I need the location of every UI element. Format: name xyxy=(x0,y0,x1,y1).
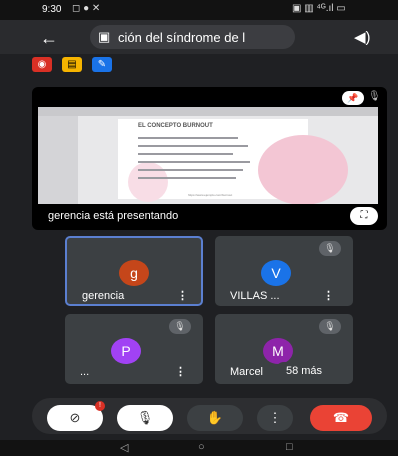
more-options-icon[interactable]: ⋮ xyxy=(257,405,293,431)
presenter-label: gerencia está presentando xyxy=(48,210,179,222)
more-options-icon[interactable]: ⋮ xyxy=(177,289,188,302)
mic-off-icon[interactable]: 🎙 xyxy=(117,405,173,431)
record-chip[interactable]: ◉ xyxy=(32,57,52,72)
pin-icon[interactable]: 📌 xyxy=(342,91,364,105)
slide-text-line xyxy=(138,145,248,147)
participant-tile[interactable]: g gerencia ⋮ xyxy=(65,236,203,306)
status-bar: 9:30 ◻ ● ✕ ▣ ▥ ⁴ᴳ.ıl ▭ xyxy=(0,0,398,20)
captions-chip[interactable]: ▤ xyxy=(62,57,82,72)
slide-title: EL CONCEPTO BURNOUT xyxy=(138,123,213,129)
participant-name: ... xyxy=(80,366,90,378)
camera-off-icon[interactable]: ⊘ xyxy=(47,405,103,431)
more-options-icon[interactable]: ⋮ xyxy=(323,289,334,302)
camera-warning-badge: ! xyxy=(95,401,105,411)
slide-text-line xyxy=(138,137,238,139)
mic-off-icon: 🎙 xyxy=(319,241,341,256)
slide-decoration xyxy=(128,162,168,202)
mic-off-icon: 🎙 xyxy=(368,91,381,102)
speaker-icon[interactable]: ◀) xyxy=(354,28,371,46)
avatar: P xyxy=(111,338,141,364)
slide-toolbar xyxy=(38,107,378,116)
avatar: g xyxy=(119,260,149,286)
notification-icons: ◻ ● ✕ xyxy=(72,3,101,14)
participant-tile[interactable]: 🎙 V VILLAS ... ⋮ xyxy=(215,236,353,306)
presentation-tile[interactable]: EL CONCEPTO BURNOUT https://www.ejemplo.… xyxy=(32,87,387,230)
participant-name: VILLAS ... xyxy=(230,290,280,302)
raise-hand-icon[interactable]: ✋ xyxy=(187,405,243,431)
clock: 9:30 xyxy=(42,4,62,15)
shared-slide: EL CONCEPTO BURNOUT https://www.ejemplo.… xyxy=(38,107,378,204)
calendar-icon: ▣ xyxy=(98,29,111,44)
slide-text-line xyxy=(138,153,233,155)
mic-off-icon: 🎙 xyxy=(169,319,191,334)
participant-name: gerencia xyxy=(82,290,125,302)
participant-tile[interactable]: 🎙 P ... ⋮ xyxy=(65,314,203,384)
nav-home-icon[interactable]: ○ xyxy=(198,441,205,453)
meeting-top-bar: ← ▣ ción del síndrome de l ◀) xyxy=(0,20,398,54)
fullscreen-icon[interactable]: ⛶ xyxy=(350,207,378,225)
whiteboard-chip[interactable]: ✎ xyxy=(92,57,112,72)
meeting-title-pill[interactable]: ▣ ción del síndrome de l xyxy=(90,25,295,49)
slide-text-line xyxy=(138,169,243,171)
more-participants-badge[interactable]: 58 más xyxy=(275,362,333,380)
meeting-title: ción del síndrome de l xyxy=(118,30,246,45)
mic-off-icon: 🎙 xyxy=(319,319,341,334)
more-options-icon[interactable]: ⋮ xyxy=(175,365,186,378)
slide-url: https://www.ejemplo.com/burnout xyxy=(188,193,233,197)
participant-name: Marcel xyxy=(230,366,264,378)
back-arrow-icon[interactable]: ← xyxy=(40,28,58,49)
avatar: V xyxy=(261,260,291,286)
slide-text-line xyxy=(138,161,250,163)
slide-thumbnails xyxy=(38,116,78,204)
end-call-icon[interactable]: ☎ xyxy=(310,405,372,431)
slide-decoration xyxy=(258,135,348,204)
avatar: M xyxy=(263,338,293,364)
slide-text-line xyxy=(138,177,236,179)
system-icons: ▣ ▥ ⁴ᴳ.ıl ▭ xyxy=(292,3,346,14)
nav-recents-icon[interactable]: □ xyxy=(286,441,293,453)
nav-back-icon[interactable]: ◁ xyxy=(120,441,128,454)
